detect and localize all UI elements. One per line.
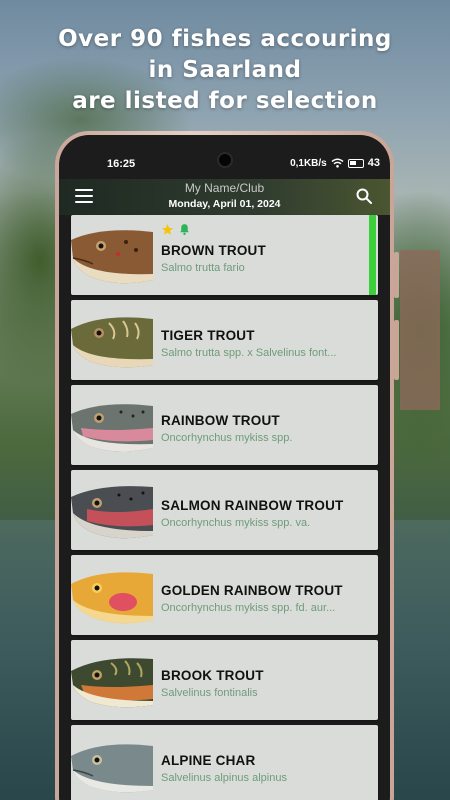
fish-latin-name: Oncorhynchus mykiss spp. (161, 432, 293, 444)
fish-latin-name: Salmo trutta spp. x Salvelinus font... (161, 347, 337, 359)
fish-latin-name: Oncorhynchus mykiss spp. fd. aur... (161, 602, 336, 614)
tiger-trout-image (71, 317, 153, 368)
rainbow-trout-image (71, 404, 153, 452)
fish-list: BROWN TROUT Salmo trutta fario TIGER TRO… (71, 215, 378, 800)
phone-screen: 16:25 0,1KB/s 43 My Name/Club Monday, Ap… (59, 135, 390, 800)
fish-list-item-tiger-trout[interactable]: TIGER TROUT Salmo trutta spp. x Salvelin… (71, 300, 378, 380)
background-building (400, 250, 440, 410)
fish-latin-name: Oncorhynchus mykiss spp. va. (161, 517, 311, 529)
status-time: 16:25 (107, 158, 136, 170)
fish-name: BROWN TROUT (161, 243, 266, 258)
headline-line-2: in Saarland (148, 57, 302, 83)
status-bar: 16:25 0,1KB/s 43 (59, 135, 390, 179)
battery-icon (347, 158, 364, 168)
fish-name: RAINBOW TROUT (161, 413, 280, 428)
front-camera (217, 152, 233, 168)
app-title: My Name/Club (184, 181, 265, 195)
battery-level: 43 (367, 157, 380, 169)
promo-headline: Over 90 fishes accouring in Saarland are… (0, 24, 450, 117)
fish-list-item-brown-trout[interactable]: BROWN TROUT Salmo trutta fario (71, 215, 378, 295)
fish-list-item-golden-rainbow-trout[interactable]: GOLDEN RAINBOW TROUT Oncorhynchus mykiss… (71, 555, 378, 635)
fish-list-item-brook-trout[interactable]: BROOK TROUT Salvelinus fontinalis (71, 640, 378, 720)
fish-badges (161, 223, 191, 236)
headline-line-1: Over 90 fishes accouring (58, 26, 392, 52)
app-bar: My Name/Club Monday, April 01, 2024 (59, 179, 390, 215)
fish-list-item-rainbow-trout[interactable]: RAINBOW TROUT Oncorhynchus mykiss spp. (71, 385, 378, 465)
alpine-char-image (71, 744, 153, 793)
wifi-icon (331, 158, 344, 168)
fish-list-item-salmon-rainbow-trout[interactable]: SALMON RAINBOW TROUT Oncorhynchus mykiss… (71, 470, 378, 550)
phone-volume-button (394, 252, 399, 298)
phone-frame: 16:25 0,1KB/s 43 My Name/Club Monday, Ap… (55, 131, 394, 800)
brown-trout-image (71, 230, 153, 284)
fish-name: ALPINE CHAR (161, 753, 256, 768)
fish-name: GOLDEN RAINBOW TROUT (161, 583, 343, 598)
golden-rainbow-trout-image (71, 572, 153, 624)
fish-latin-name: Salvelinus fontinalis (161, 687, 258, 699)
app-date: Monday, April 01, 2024 (168, 198, 281, 210)
headline-line-3: are listed for selection (72, 88, 378, 114)
star-icon (162, 224, 173, 235)
search-icon[interactable] (356, 188, 372, 204)
fish-name: TIGER TROUT (161, 328, 255, 343)
fish-latin-name: Salmo trutta fario (161, 262, 245, 274)
network-speed: 0,1KB/s (290, 157, 327, 169)
phone-power-button (394, 320, 399, 380)
bell-icon (180, 224, 189, 236)
salmon-rainbow-trout-image (71, 486, 153, 539)
selected-indicator (369, 215, 376, 295)
brook-trout-image (71, 658, 153, 708)
fish-latin-name: Salvelinus alpinus alpinus (161, 772, 287, 784)
status-indicators: 0,1KB/s 43 (290, 157, 380, 169)
fish-name: SALMON RAINBOW TROUT (161, 498, 344, 513)
fish-list-item-alpine-char[interactable]: ALPINE CHAR Salvelinus alpinus alpinus (71, 725, 378, 800)
fish-name: BROOK TROUT (161, 668, 264, 683)
